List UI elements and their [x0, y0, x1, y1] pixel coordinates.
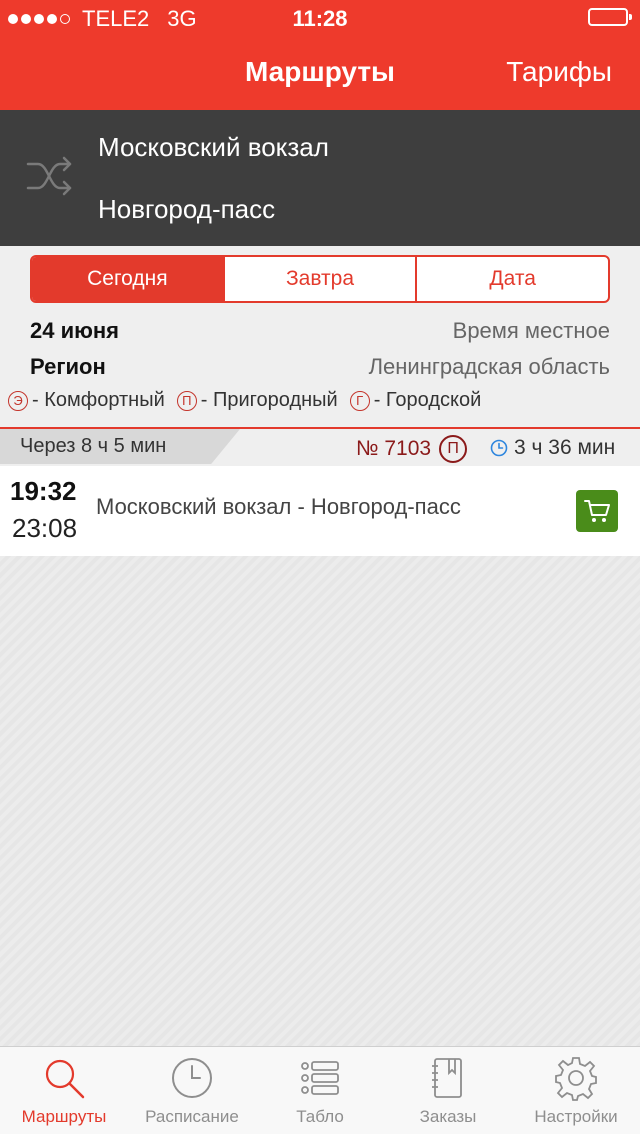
empty-area [0, 556, 640, 1046]
tab-label: Настройки [534, 1107, 618, 1126]
departure-time: 19:32 [10, 476, 77, 506]
date-row: 24 июня Время местное [30, 318, 610, 344]
train-type-legend: Э - Комфортный П - Пригородный Г - Город… [8, 389, 481, 412]
time-until-departure: Через 8 ч 5 мин [0, 429, 240, 464]
swap-icon[interactable] [26, 156, 74, 196]
tab-label: Маршруты [21, 1107, 107, 1126]
tariffs-button[interactable]: Тарифы [506, 56, 612, 88]
region-value[interactable]: Ленинградская область [369, 354, 610, 380]
top-bar: TELE2 3G 11:28 Маршруты Тарифы [0, 0, 640, 110]
selected-date: 24 июня [30, 318, 120, 343]
trip-duration: 3 ч 36 мин [514, 436, 616, 459]
suburban-symbol-icon: П [176, 390, 197, 411]
cart-icon [584, 500, 610, 522]
clock-icon [490, 439, 508, 457]
region-row: Регион Ленинградская область [30, 354, 610, 380]
tab-orders[interactable]: Заказы [384, 1047, 512, 1134]
route-from[interactable]: Московский вокзал [98, 132, 329, 163]
legend-item: П - Пригородный [176, 389, 338, 412]
date-segment-control: Сегодня Завтра Дата [30, 255, 610, 303]
buy-ticket-button[interactable] [576, 490, 618, 532]
status-time: 11:28 [292, 6, 348, 31]
tab-schedule[interactable]: Расписание [128, 1047, 256, 1134]
segment-today[interactable]: Сегодня [32, 257, 223, 301]
comfort-symbol-icon: Э [8, 390, 28, 411]
time-note: Время местное [452, 318, 610, 343]
legend-item: Г - Городской [349, 389, 482, 412]
segment-date[interactable]: Дата [415, 257, 608, 301]
battery-icon [588, 8, 632, 26]
tab-routes[interactable]: Маршруты [0, 1047, 128, 1134]
gear-icon [555, 1057, 597, 1101]
notebook-icon [432, 1058, 462, 1098]
segment-tomorrow[interactable]: Завтра [222, 257, 416, 301]
tab-label: Заказы [419, 1107, 477, 1126]
tab-board[interactable]: Табло [256, 1047, 384, 1134]
arrival-time: 23:08 [12, 513, 78, 543]
route-panel: Московский вокзал Новгород-пасс [0, 110, 640, 246]
legend-item: Э - Комфортный [8, 389, 165, 412]
region-label: Регион [30, 354, 106, 379]
city-symbol-icon: Г [349, 390, 370, 411]
train-number: № 7103 [356, 437, 432, 460]
list-icon [301, 1061, 339, 1095]
legend-label: - Городской [373, 389, 482, 411]
route-to[interactable]: Новгород-пасс [98, 194, 275, 225]
trip-header: Через 8 ч 5 мин № 7103 П 3 ч 36 мин [0, 429, 640, 464]
train-type-icon: П [439, 435, 468, 463]
tab-label: Табло [296, 1107, 344, 1126]
legend-label: - Пригородный [200, 389, 338, 411]
tab-label: Расписание [145, 1107, 239, 1126]
trip-row[interactable]: 19:32 23:08 Московский вокзал - Новгород… [0, 466, 640, 556]
tab-bar: Маршруты Расписание Табло Заказы Настрой… [0, 1046, 640, 1134]
trip-route: Московский вокзал - Новгород-пасс [96, 494, 461, 519]
search-icon [45, 1059, 85, 1099]
clock-icon [172, 1058, 212, 1098]
tab-settings[interactable]: Настройки [512, 1047, 640, 1134]
status-bar: TELE2 3G 11:28 [0, 0, 640, 36]
legend-label: - Комфортный [32, 389, 165, 411]
